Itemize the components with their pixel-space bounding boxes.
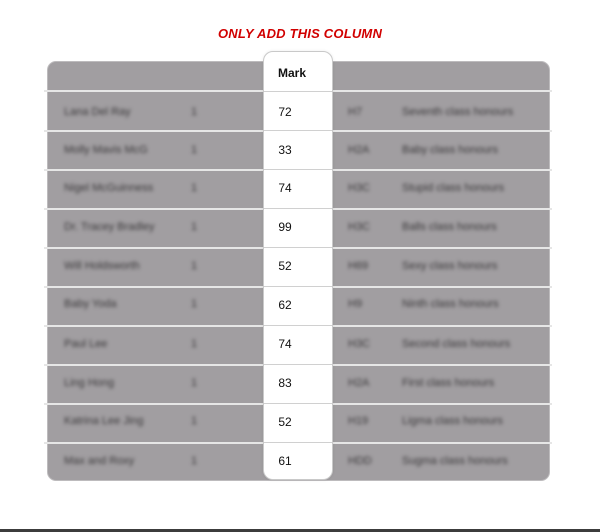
student-count: 1: [191, 182, 198, 194]
mark-value: 62: [278, 298, 292, 312]
mark-row-divider: [264, 364, 332, 365]
student-name: Paul Lee: [64, 338, 108, 350]
student-name: Katrina Lee Jing: [64, 415, 144, 427]
honours-class: Seventh class honours: [402, 106, 514, 118]
student-count: 1: [191, 415, 198, 427]
mark-value: 99: [278, 220, 292, 234]
honours-class: Baby class honours: [402, 144, 498, 156]
student-name: Max and Roxy: [64, 455, 135, 467]
mark-row-divider: [264, 130, 332, 131]
student-name: Lana Del Ray: [64, 106, 131, 118]
student-count: 1: [191, 377, 198, 389]
honours-code: H9: [348, 298, 363, 310]
honours-class: Sexy class honours: [402, 260, 498, 272]
honours-code: H3C: [348, 182, 371, 194]
student-name: Ling Hong: [64, 377, 115, 389]
mark-value: 74: [278, 337, 292, 351]
honours-class: Balls class honours: [402, 221, 497, 233]
mark-row-divider: [264, 208, 332, 209]
honours-code: H2A: [348, 377, 370, 389]
mark-value: 52: [278, 415, 292, 429]
student-name: Will Holdsworth: [64, 260, 140, 272]
mark-value: 61: [278, 454, 292, 468]
honours-class: First class honours: [402, 377, 495, 389]
instruction-heading: ONLY ADD THIS COLUMN: [217, 26, 383, 41]
mark-value: 83: [278, 376, 292, 390]
student-name: Baby Yoda: [64, 298, 117, 310]
honours-code: H7: [348, 106, 363, 118]
mark-row-divider: [264, 325, 332, 326]
student-count: 1: [191, 221, 198, 233]
mark-row-divider: [264, 286, 332, 287]
honours-class: Ninth class honours: [402, 298, 499, 310]
honours-code: H69: [348, 260, 369, 272]
honours-class: Stupid class honours: [402, 182, 505, 194]
student-count: 1: [191, 455, 198, 467]
mark-value: 52: [278, 259, 292, 273]
honours-class: Ligma class honours: [402, 415, 503, 427]
mark-row-divider: [264, 247, 332, 248]
mark-row-divider: [264, 169, 332, 170]
student-count: 1: [191, 260, 198, 272]
mark-row-divider: [264, 442, 332, 443]
student-count: 1: [191, 106, 198, 118]
mark-row-divider: [264, 403, 332, 404]
mark-row-divider: [264, 91, 332, 92]
student-name: Dr. Tracey Bradley: [64, 221, 155, 233]
mark-column-header: Mark: [277, 66, 306, 80]
mark-value: 72: [278, 105, 292, 119]
mark-value: 74: [278, 181, 292, 195]
honours-code: H3C: [348, 221, 371, 233]
honours-class: Sugma class honours: [402, 455, 508, 467]
honours-class: Second class honours: [402, 338, 511, 350]
mark-value: 33: [278, 143, 292, 157]
student-count: 1: [191, 338, 198, 350]
student-name: Nigel McGuinness: [64, 182, 154, 194]
student-name: Molly Mavis McG: [64, 144, 148, 156]
honours-code: H2A: [348, 144, 370, 156]
honours-code: HDD: [348, 455, 372, 467]
student-count: 1: [191, 144, 198, 156]
honours-code: H3C: [348, 338, 371, 350]
honours-code: H19: [348, 415, 369, 427]
student-count: 1: [191, 298, 198, 310]
